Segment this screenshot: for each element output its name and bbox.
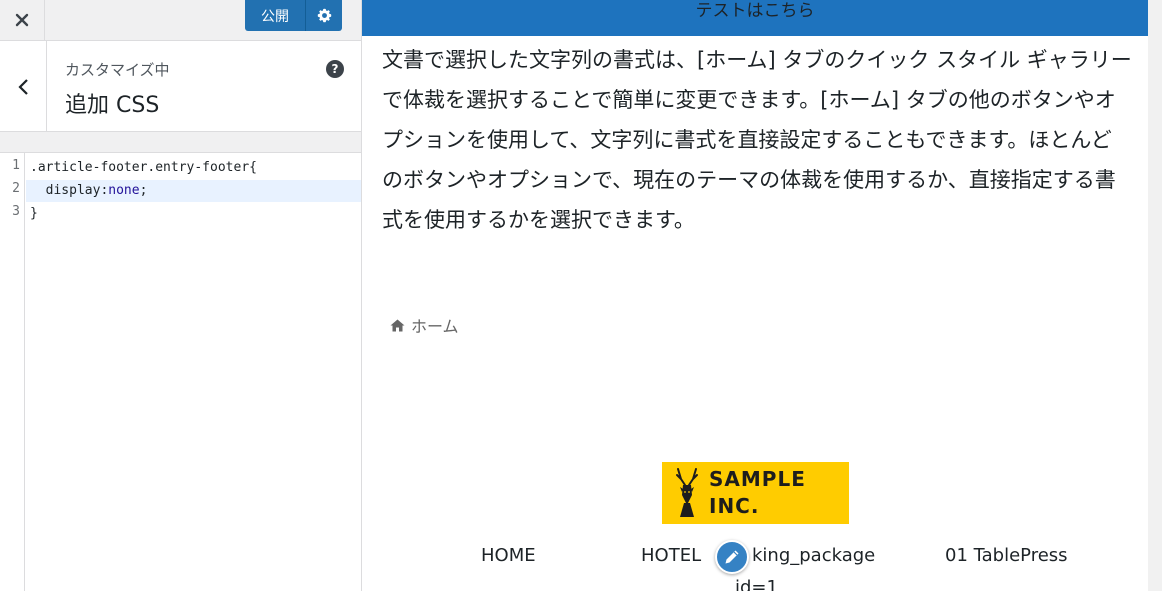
line-number: 1: [12, 158, 20, 173]
customizer-header: 公開: [0, 0, 361, 41]
logo-text-line-2: INC.: [709, 494, 760, 518]
chevron-left-icon: [18, 78, 28, 95]
customizer-panel: 公開 カスタマイズ中 追加 CSS ? 1 2 3 .article-foote…: [0, 0, 362, 591]
code-line[interactable]: }: [26, 203, 361, 225]
nav-item-home[interactable]: HOME: [481, 545, 536, 566]
code-line-active[interactable]: display:none;: [26, 180, 361, 202]
css-value: none: [108, 183, 140, 198]
section-subtitle: カスタマイズ中: [65, 61, 170, 79]
help-icon[interactable]: ?: [326, 60, 344, 78]
site-logo[interactable]: SAMPLE INC.: [662, 462, 849, 524]
section-title: 追加 CSS: [65, 93, 160, 118]
home-icon: [390, 319, 405, 331]
code-line[interactable]: .article-footer.entry-footer{: [26, 157, 361, 179]
publish-button[interactable]: 公開: [245, 0, 305, 31]
gear-icon: [317, 8, 331, 23]
nav-item-hotel[interactable]: HOTEL: [641, 545, 701, 566]
logo-text-line-1: SAMPLE: [709, 467, 806, 491]
preview-top-bar: テストはこちら: [362, 0, 1148, 36]
close-icon: [15, 13, 29, 27]
preview-scrollbar[interactable]: [1148, 0, 1162, 591]
top-bar-link[interactable]: テストはこちら: [362, 0, 1148, 21]
edit-shortcut-button[interactable]: [715, 540, 749, 574]
css-property: display:: [30, 183, 109, 198]
nav-item-package-id[interactable]: id=1: [735, 577, 778, 591]
deer-icon: [676, 468, 698, 517]
line-number-gutter: 1 2 3: [0, 153, 25, 591]
line-number: 3: [12, 204, 20, 219]
line-number: 2: [12, 181, 20, 196]
close-button[interactable]: [0, 0, 45, 40]
pencil-icon: [725, 550, 739, 564]
breadcrumb-home-label: ホーム: [411, 317, 459, 336]
publish-settings-button[interactable]: [305, 0, 342, 31]
css-semicolon: ;: [139, 183, 148, 198]
css-code-editor[interactable]: 1 2 3 .article-footer.entry-footer{ disp…: [0, 152, 361, 591]
section-header: カスタマイズ中 追加 CSS ?: [0, 41, 361, 132]
nav-item-tablepress[interactable]: 01 TablePress: [945, 545, 1068, 566]
site-preview: テストはこちら 文書で選択した文字列の書式は、[ホーム] タブのクイック スタイ…: [362, 0, 1162, 591]
nav-item-package[interactable]: king_package: [752, 545, 875, 566]
article-body-text: 文書で選択した文字列の書式は、[ホーム] タブのクイック スタイル ギャラリーで…: [382, 48, 1132, 232]
back-button[interactable]: [0, 41, 47, 132]
breadcrumb-home[interactable]: ホーム: [390, 313, 459, 337]
